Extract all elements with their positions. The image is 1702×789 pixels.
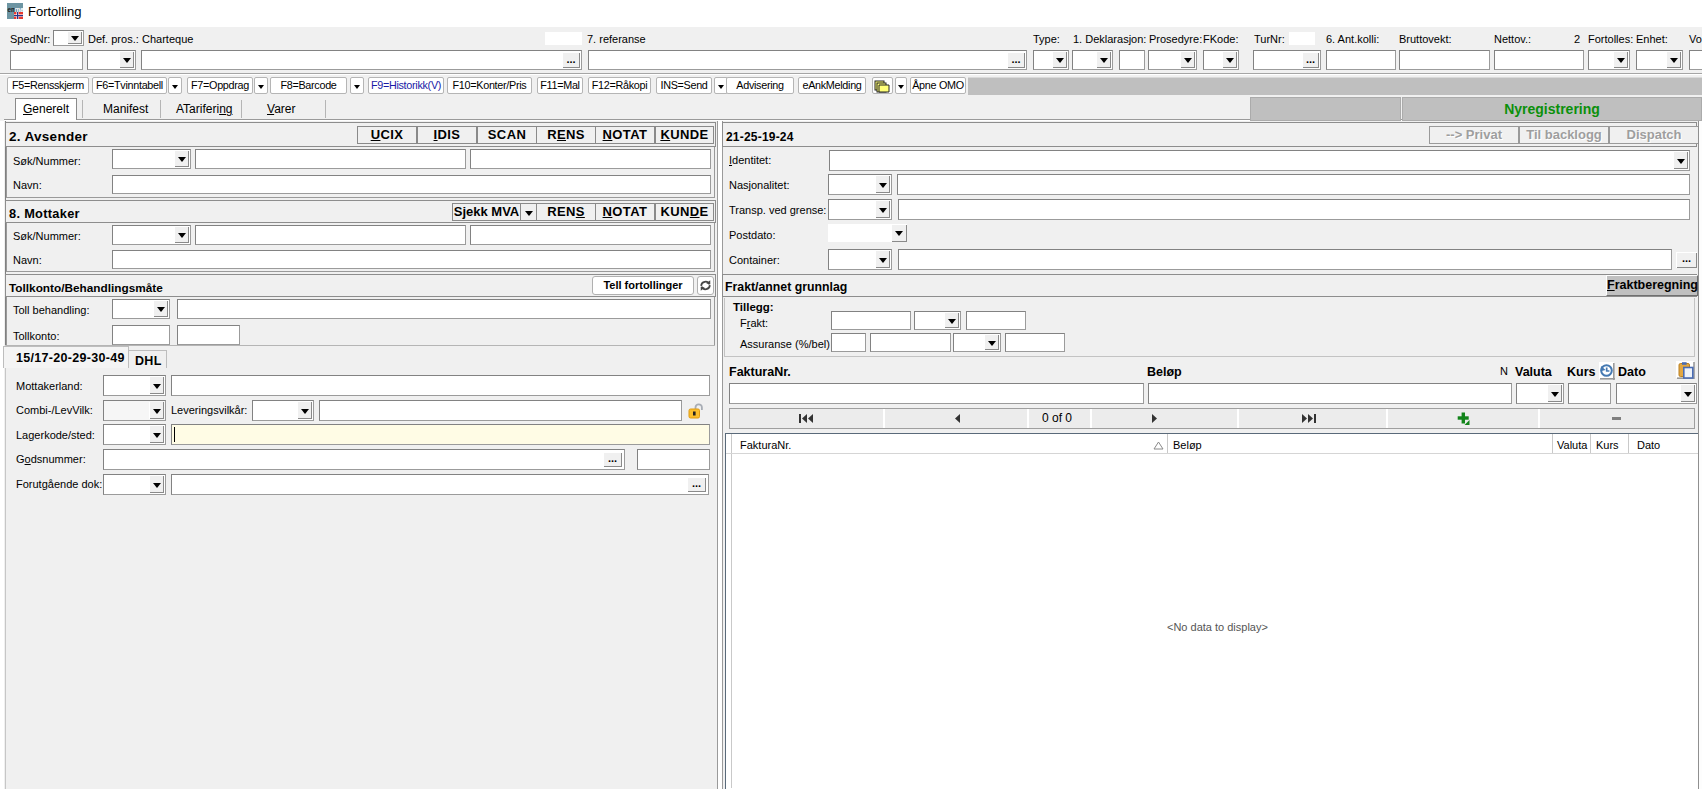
svg-text:ma: ma	[15, 6, 24, 13]
